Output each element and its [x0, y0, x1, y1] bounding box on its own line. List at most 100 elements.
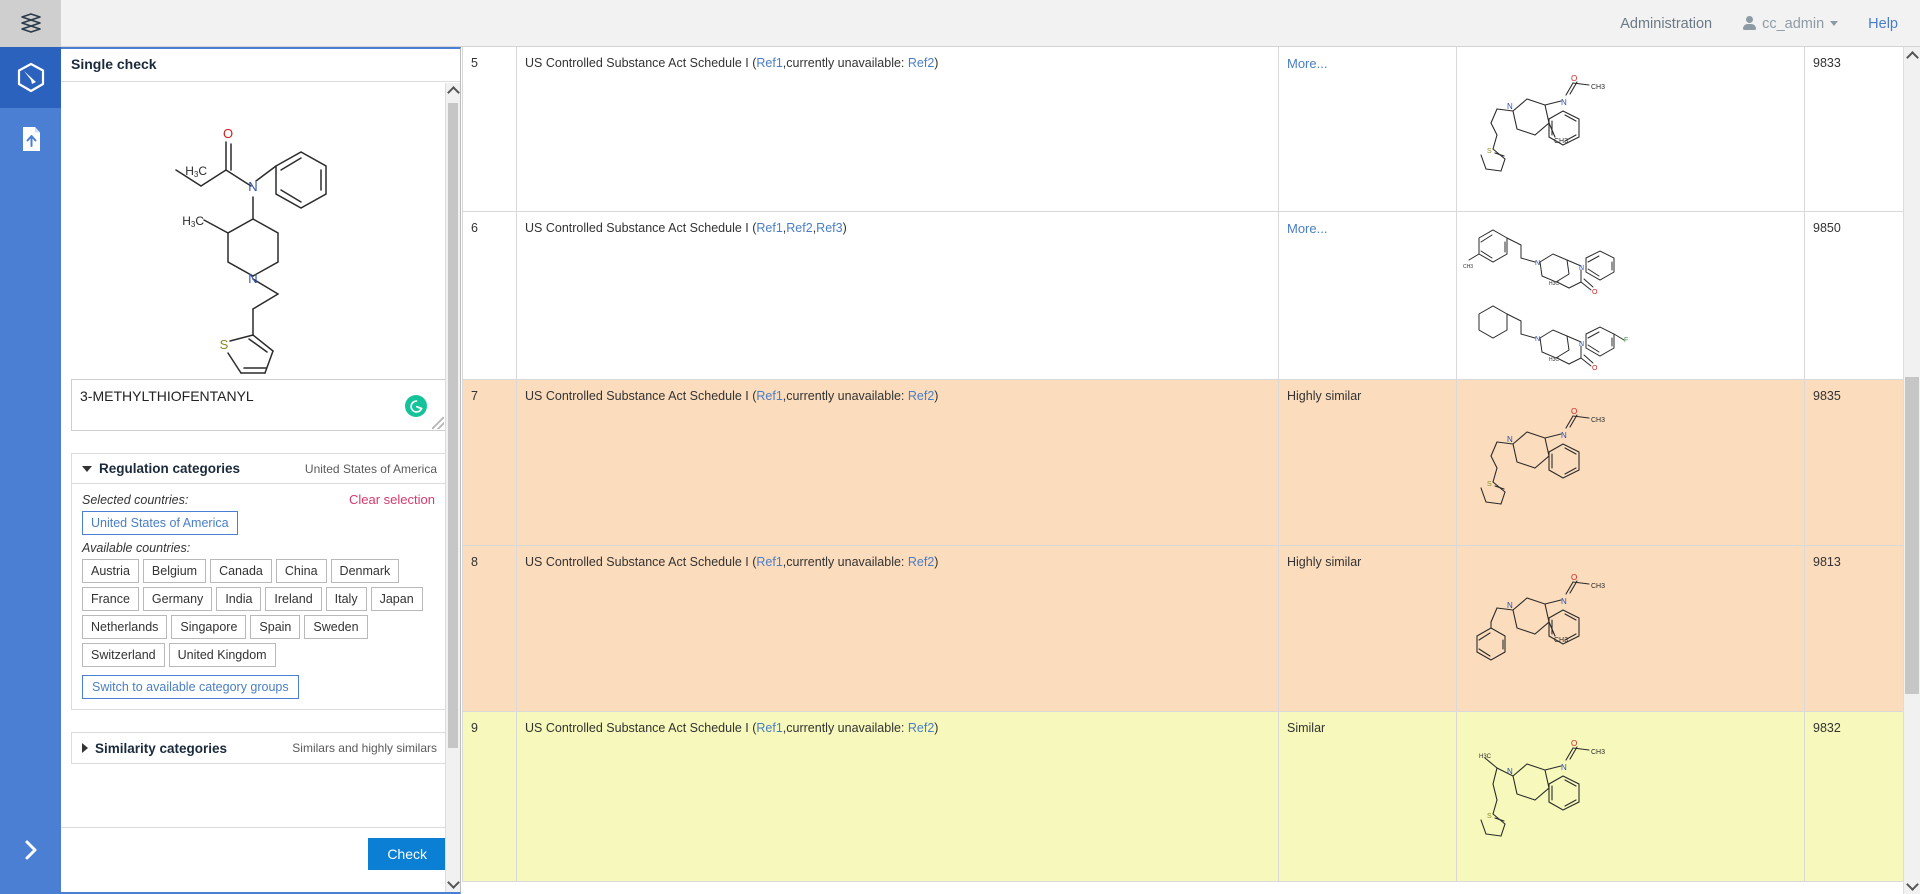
similarity-categories-section: Similarity categories Similars and highl…: [71, 732, 446, 764]
row-id-cell: 9833: [1805, 47, 1904, 212]
panel-scroll-up-button[interactable]: [446, 83, 460, 99]
ref-link[interactable]: Ref3: [816, 221, 842, 235]
triangle-right-icon: [82, 743, 88, 753]
row-structure-cell: S N N O CH3: [1457, 380, 1805, 546]
regulation-text: US Controlled Substance Act Schedule I (: [525, 555, 756, 569]
grammarly-icon[interactable]: [405, 395, 427, 417]
ref-link[interactable]: Ref2: [908, 56, 934, 70]
similarity-categories-header[interactable]: Similarity categories Similars and highl…: [72, 733, 445, 763]
chevron-down-icon: [1830, 21, 1838, 26]
ref-link[interactable]: Ref2: [908, 555, 934, 569]
country-chip[interactable]: India: [216, 587, 261, 611]
chevron-down-icon: [1906, 878, 1919, 891]
selected-countries-row: Selected countries: Clear selection: [82, 492, 435, 507]
ref-link[interactable]: Ref2: [786, 221, 812, 235]
similarity-label: Highly similar: [1287, 389, 1361, 403]
chevron-down-icon: [447, 876, 460, 889]
structure-thumbnail-pair: CH3 N N O H3C: [1461, 218, 1676, 373]
regulation-text: ,currently unavailable:: [783, 56, 908, 70]
svg-text:S: S: [219, 337, 228, 352]
svg-text:S: S: [1487, 148, 1492, 155]
check-button[interactable]: Check: [368, 838, 446, 870]
panel-scroll-down-button[interactable]: [446, 876, 460, 892]
regulation-text: US Controlled Substance Act Schedule I (: [525, 56, 756, 70]
main-scroll-down-button[interactable]: [1904, 877, 1920, 894]
regulation-categories-header[interactable]: Regulation categories United States of A…: [72, 454, 445, 484]
row-similarity-cell: Highly similar: [1279, 380, 1457, 546]
main-scrollbar[interactable]: [1903, 47, 1920, 894]
country-chip[interactable]: France: [82, 587, 139, 611]
results-table-area: CH3 5 US Controlled Substance Act Schedu…: [462, 47, 1920, 894]
table-row[interactable]: 9 US Controlled Substance Act Schedule I…: [463, 712, 1904, 882]
sidebar-item-single-check[interactable]: [0, 47, 61, 108]
ref-link[interactable]: Ref1: [756, 555, 782, 569]
table-row[interactable]: 6 US Controlled Substance Act Schedule I…: [463, 212, 1904, 380]
help-link[interactable]: Help: [1868, 16, 1898, 32]
structure-name-input[interactable]: 3-METHYLTHIOFENTANYL: [71, 379, 446, 431]
switch-category-groups-button[interactable]: Switch to available category groups: [82, 675, 299, 699]
svg-text:N: N: [1579, 265, 1584, 272]
row-id-cell: 9850: [1805, 212, 1904, 380]
more-link[interactable]: More...: [1287, 221, 1327, 236]
svg-text:N: N: [1561, 597, 1567, 606]
panel-scrollbar[interactable]: [445, 83, 460, 892]
clear-selection-link[interactable]: Clear selection: [349, 492, 435, 507]
country-chip[interactable]: Belgium: [143, 559, 206, 583]
svg-text:N: N: [248, 179, 257, 194]
svg-text:CH3: CH3: [1591, 84, 1605, 91]
structure-thumbnail: S H3C N N O CH3: [1461, 718, 1661, 848]
svg-text:CH3: CH3: [1554, 637, 1568, 644]
country-chip[interactable]: China: [276, 559, 327, 583]
user-menu[interactable]: cc_admin: [1742, 16, 1838, 32]
country-chip[interactable]: Canada: [210, 559, 272, 583]
ref-link[interactable]: Ref2: [908, 389, 934, 403]
country-chip[interactable]: United Kingdom: [169, 643, 276, 667]
main-scroll-thumb[interactable]: [1905, 377, 1919, 694]
country-chip[interactable]: Ireland: [265, 587, 321, 611]
row-structure-cell: N N O CH3 CH3: [1457, 546, 1805, 712]
app-logo[interactable]: [0, 0, 61, 47]
svg-text:O: O: [1571, 74, 1577, 83]
textarea-resize-handle[interactable]: [432, 417, 444, 429]
ref-link[interactable]: Ref1: [756, 221, 782, 235]
country-chip[interactable]: Austria: [82, 559, 139, 583]
chevron-up-icon: [1906, 51, 1919, 64]
regulation-text: ): [934, 56, 938, 70]
country-chip[interactable]: Denmark: [331, 559, 400, 583]
country-chip[interactable]: Switzerland: [82, 643, 165, 667]
ref-link[interactable]: Ref1: [756, 721, 782, 735]
svg-text:O: O: [1571, 407, 1577, 416]
country-chip[interactable]: Germany: [143, 587, 212, 611]
country-chip[interactable]: Japan: [371, 587, 423, 611]
similarity-label: Similar: [1287, 721, 1325, 735]
svg-text:S: S: [1487, 481, 1492, 488]
row-structure-cell: CH3 N N O H3C: [1457, 212, 1805, 380]
ref-link[interactable]: Ref2: [908, 721, 934, 735]
row-structure-cell: S N N O CH3 CH3: [1457, 47, 1805, 212]
country-chip-selected[interactable]: United States of America: [82, 511, 238, 535]
administration-link[interactable]: Administration: [1620, 16, 1712, 32]
triangle-down-icon: [82, 466, 92, 472]
more-link[interactable]: More...: [1287, 56, 1327, 71]
ref-link[interactable]: Ref1: [756, 389, 782, 403]
table-row[interactable]: 5 US Controlled Substance Act Schedule I…: [463, 47, 1904, 212]
country-chip[interactable]: Spain: [250, 615, 300, 639]
regulation-categories-summary: United States of America: [305, 462, 437, 476]
panel-scroll-thumb[interactable]: [448, 103, 458, 748]
country-chip[interactable]: Singapore: [171, 615, 246, 639]
similarity-label: Highly similar: [1287, 555, 1361, 569]
ref-link[interactable]: Ref1: [756, 56, 782, 70]
rail-expand-button[interactable]: [0, 828, 61, 872]
row-regulation-cell: US Controlled Substance Act Schedule I (…: [517, 47, 1279, 212]
user-name-label: cc_admin: [1762, 16, 1824, 32]
chevron-right-icon: [20, 837, 42, 863]
main-scroll-up-button[interactable]: [1904, 47, 1920, 64]
table-row[interactable]: 8 US Controlled Substance Act Schedule I…: [463, 546, 1904, 712]
country-chip[interactable]: Sweden: [304, 615, 367, 639]
table-row[interactable]: 7 US Controlled Substance Act Schedule I…: [463, 380, 1904, 546]
row-structure-cell: S H3C N N O CH3: [1457, 712, 1805, 882]
country-chip[interactable]: Italy: [326, 587, 367, 611]
country-chip[interactable]: Netherlands: [82, 615, 167, 639]
sidebar-item-batch-upload[interactable]: [0, 108, 61, 169]
panel-scroll-area: H3C O N H3C N S 3-METHYLTHIOFENTANYL: [61, 83, 460, 892]
